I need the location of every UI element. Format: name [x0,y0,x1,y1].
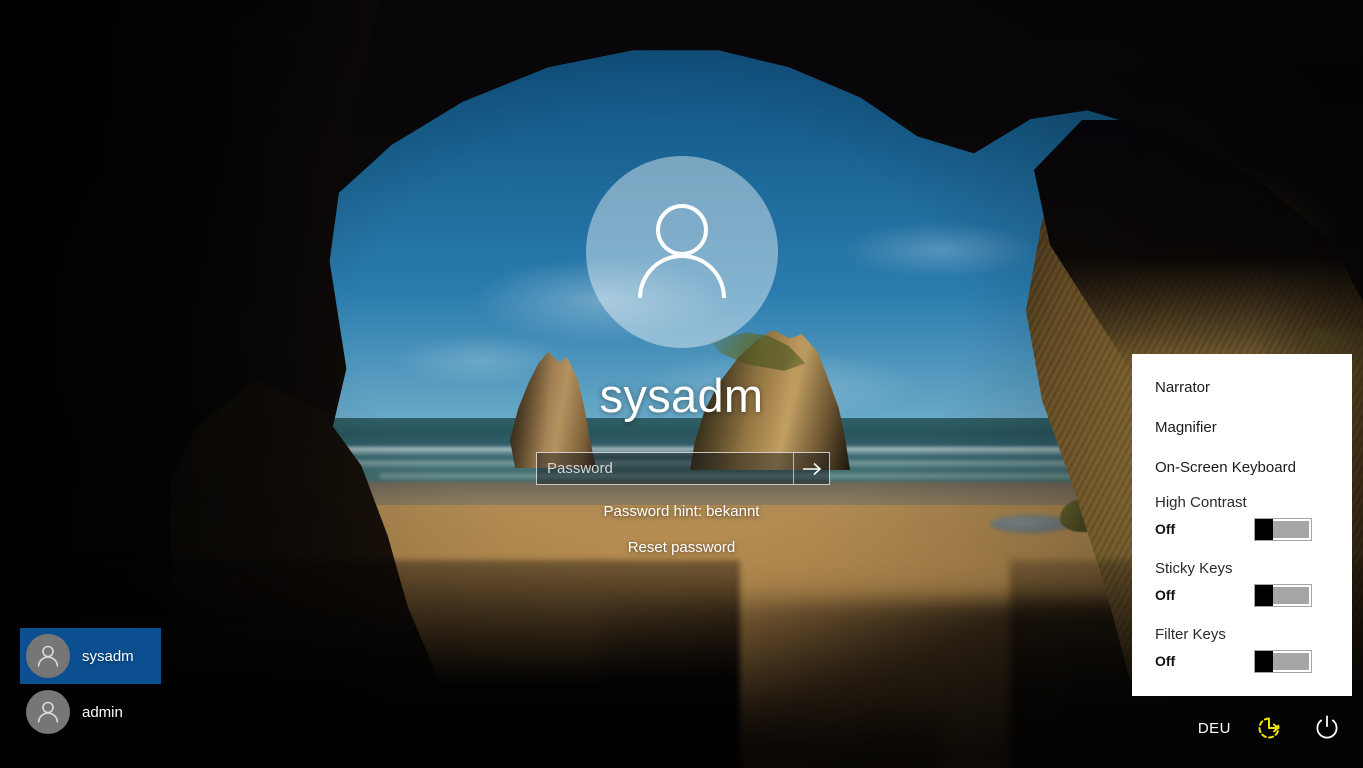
user-list: sysadm admin [20,628,161,740]
eoa-toggle-row: Off [1155,516,1352,542]
user-avatar-icon [622,192,742,312]
lock-screen: sysadm Password hint: bekannt Reset pass… [0,0,1363,768]
language-indicator[interactable]: DEU [1198,720,1231,737]
avatar [586,156,778,348]
eoa-toggle-sticky-keys[interactable]: Sticky Keys Off [1132,554,1352,620]
eoa-item-magnifier[interactable]: Magnifier [1132,408,1352,448]
power-button[interactable] [1307,708,1347,748]
ease-of-access-button[interactable] [1249,708,1289,748]
eoa-toggle-label: Sticky Keys [1155,560,1233,577]
eoa-toggle-filter-keys[interactable]: Filter Keys Off [1132,620,1352,686]
user-tile-label: sysadm [82,647,134,665]
user-tile-label: admin [82,703,123,721]
reset-password-link[interactable]: Reset password [628,539,736,556]
ease-of-access-panel: Narrator Magnifier On-Screen Keyboard Hi… [1132,354,1352,696]
filter-keys-switch[interactable] [1254,649,1312,673]
password-input[interactable] [537,453,793,484]
submit-button[interactable] [793,453,829,484]
status-badge: Off [1155,653,1176,669]
eoa-item-narrator[interactable]: Narrator [1132,368,1352,408]
high-contrast-switch[interactable] [1254,517,1312,541]
status-bar: DEU [1198,706,1347,750]
user-avatar-icon [26,634,70,678]
user-tile-sysadm[interactable]: sysadm [20,628,161,684]
switch-thumb [1255,650,1273,672]
eoa-toggle-label: High Contrast [1155,494,1247,511]
status-badge: Off [1155,521,1176,537]
eoa-toggle-label: Filter Keys [1155,626,1226,643]
user-tile-admin[interactable]: admin [20,684,161,740]
switch-thumb [1255,518,1273,540]
status-badge: Off [1155,587,1176,603]
sticky-keys-switch[interactable] [1254,583,1312,607]
password-row [536,452,830,485]
user-avatar-icon [26,690,70,734]
eoa-toggle-row: Off [1155,648,1352,674]
eoa-toggle-row: Off [1155,582,1352,608]
eoa-item-on-screen-keyboard[interactable]: On-Screen Keyboard [1132,448,1352,488]
power-icon [1312,713,1342,743]
eoa-toggle-high-contrast[interactable]: High Contrast Off [1132,488,1352,554]
ease-of-access-icon [1255,714,1283,742]
arrow-right-icon [802,462,822,476]
switch-thumb [1255,584,1273,606]
